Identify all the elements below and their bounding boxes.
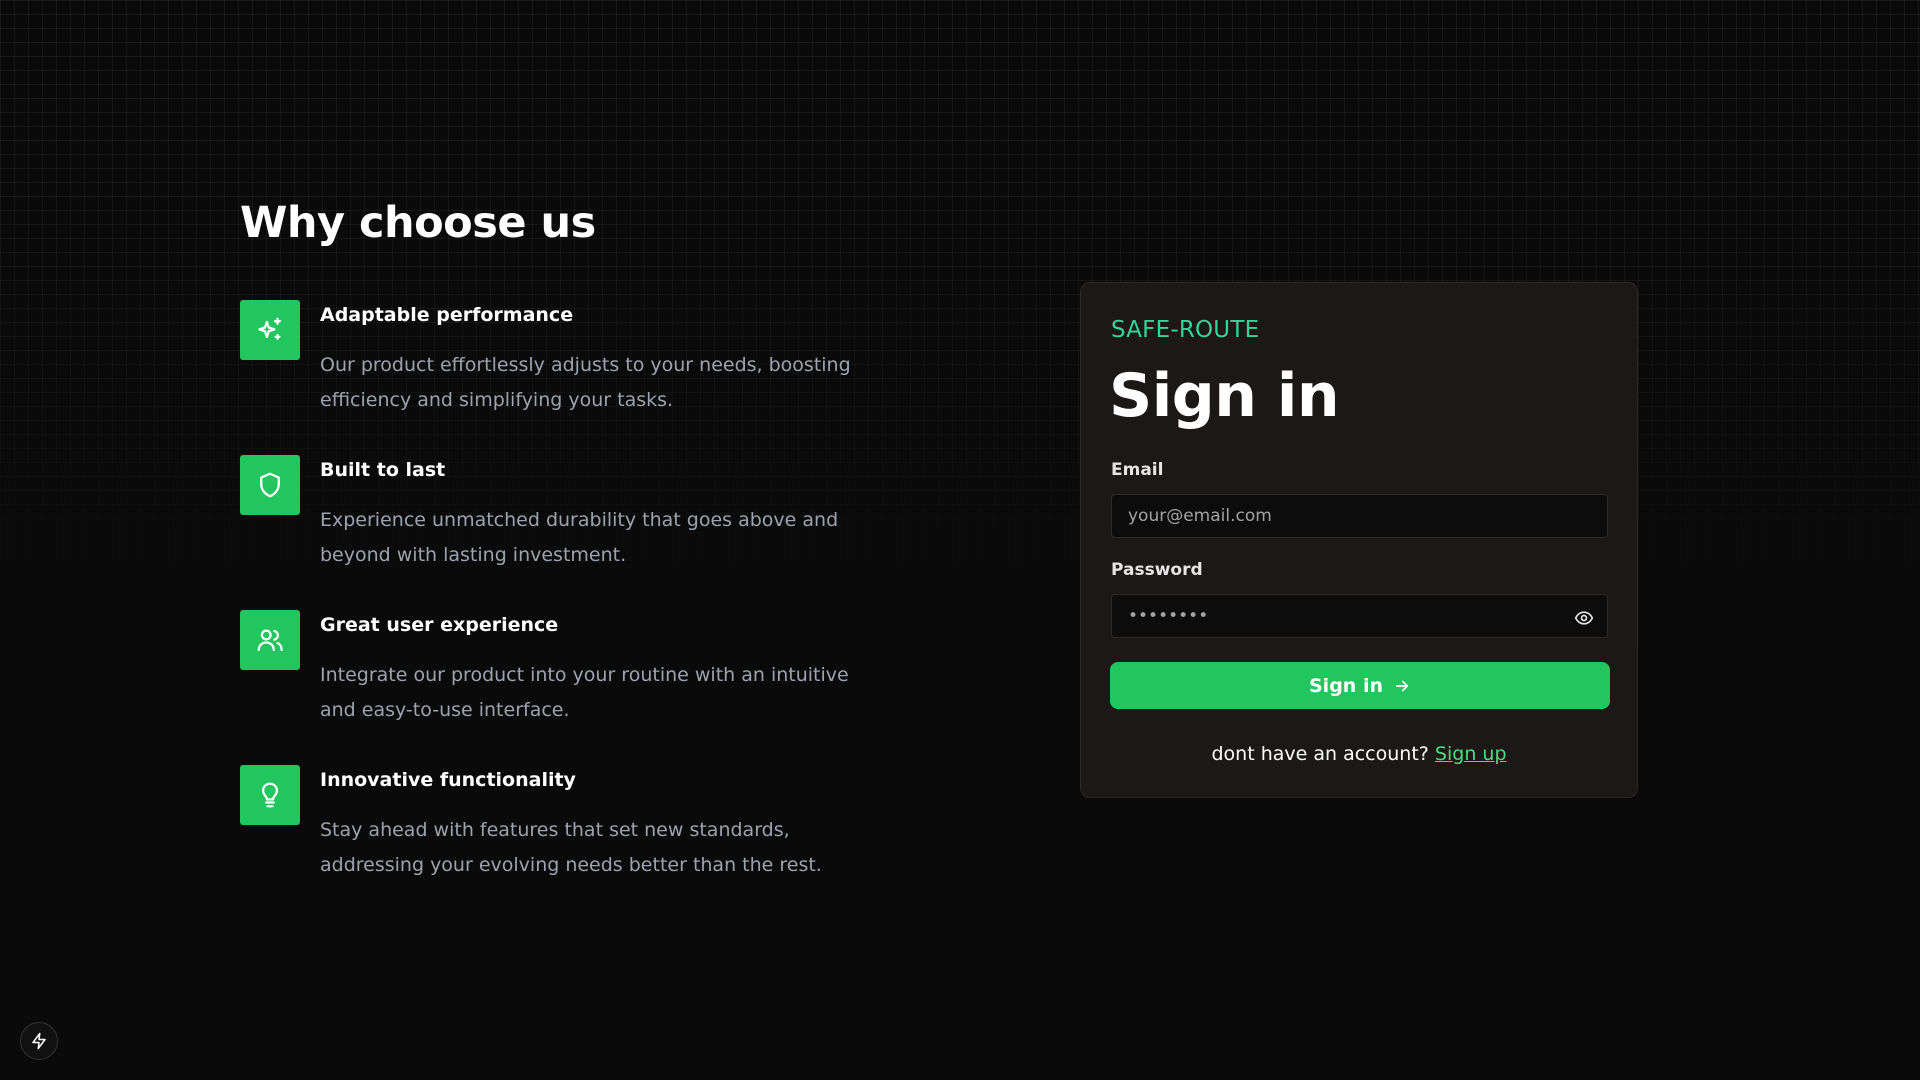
feature-description: Integrate our product into your routine … xyxy=(320,664,849,721)
password-input[interactable] xyxy=(1111,594,1608,638)
signup-prompt-row: dont have an account? Sign up xyxy=(1081,743,1637,765)
feature-description: Stay ahead with features that set new st… xyxy=(320,819,822,876)
sign-in-button[interactable]: Sign in xyxy=(1110,662,1610,709)
password-label: Password xyxy=(1111,560,1203,580)
sparkles-icon xyxy=(240,300,300,360)
feature-title: Adaptable performance xyxy=(320,304,574,326)
lightning-icon[interactable] xyxy=(20,1022,58,1060)
email-input[interactable] xyxy=(1111,494,1608,538)
email-label: Email xyxy=(1111,460,1164,480)
sign-up-link[interactable]: Sign up xyxy=(1435,743,1507,765)
users-icon xyxy=(240,610,300,670)
signup-prompt-text: dont have an account? xyxy=(1211,743,1429,765)
feature-title: Great user experience xyxy=(320,614,559,636)
lightbulb-icon xyxy=(240,765,300,825)
why-choose-us-title: Why choose us xyxy=(240,198,596,248)
sign-in-card: SAFE-ROUTE Sign in Email Password Sign i… xyxy=(1080,282,1638,798)
sign-in-title: Sign in xyxy=(1109,361,1340,431)
brand-name: SAFE-ROUTE xyxy=(1111,317,1260,343)
eye-icon[interactable] xyxy=(1573,607,1595,629)
arrow-right-icon xyxy=(1395,680,1409,691)
feature-title: Built to last xyxy=(320,459,446,481)
feature-description: Our product effortlessly adjusts to your… xyxy=(320,354,851,411)
feature-description: Experience unmatched durability that goe… xyxy=(320,509,839,566)
feature-title: Innovative functionality xyxy=(320,769,576,791)
sign-in-button-label: Sign in xyxy=(1309,674,1383,697)
shield-icon xyxy=(240,455,300,515)
